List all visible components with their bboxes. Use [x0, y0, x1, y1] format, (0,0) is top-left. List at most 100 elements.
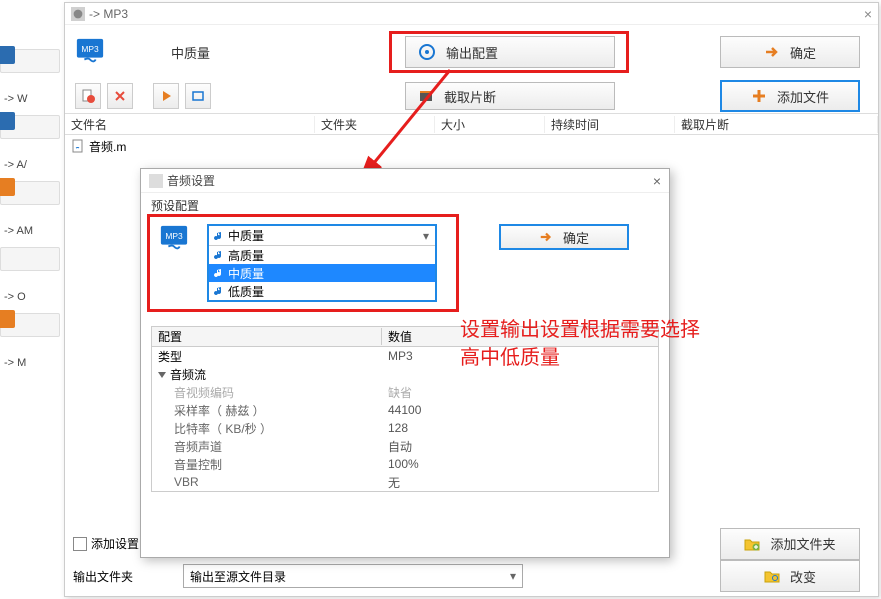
remove-file-button[interactable]: [75, 83, 101, 109]
play-icon: [159, 89, 173, 103]
close-icon[interactable]: ×: [864, 6, 872, 22]
dialog-title: 音频设置: [167, 172, 215, 189]
window-icon: [191, 89, 205, 103]
th-folder[interactable]: 文件夹: [315, 116, 435, 133]
svg-text:MP3: MP3: [165, 231, 183, 241]
dropdown-option-high[interactable]: 高质量: [209, 246, 435, 264]
svg-text:MP3: MP3: [81, 44, 99, 54]
confirm-button[interactable]: 确定: [720, 36, 860, 68]
sidebar-label: -> M: [4, 357, 60, 369]
th-name[interactable]: 文件名: [65, 116, 315, 133]
grid-value: 44100: [382, 403, 658, 417]
sidebar-item[interactable]: [0, 247, 60, 271]
preset-label: 预设配置: [141, 193, 669, 214]
top-row: MP3 中质量 输出配置 确定: [65, 25, 878, 79]
grid-value: 缺省: [382, 384, 658, 401]
arrow-right-icon: [539, 230, 553, 244]
folder-plus-icon: [744, 536, 760, 552]
change-button[interactable]: 改变: [720, 560, 860, 592]
add-folder-button[interactable]: 添加文件夹: [720, 528, 860, 560]
dropdown-value: 中质量: [228, 227, 264, 244]
add-file-button[interactable]: 添加文件: [720, 80, 860, 112]
clip-button[interactable]: 截取片断: [405, 82, 615, 110]
format-sidebar: -> W -> A/ -> AM -> O -> M: [0, 45, 60, 379]
titlebar: -> MP3 ×: [65, 3, 878, 25]
sidebar-item[interactable]: [0, 115, 60, 139]
gear-icon: [418, 43, 436, 61]
sidebar-item[interactable]: [0, 181, 60, 205]
note-icon: [213, 285, 225, 297]
table-row[interactable]: 音频.m: [65, 135, 878, 157]
output-row: 输出文件夹 输出至源文件目录 改变: [73, 564, 870, 588]
delete-button[interactable]: [107, 83, 133, 109]
grid-key: 音频流: [152, 366, 382, 383]
grid-key: 比特率（ KB/秒 ）: [152, 420, 382, 437]
dropdown-selected[interactable]: 中质量: [209, 226, 435, 246]
table-header: 文件名 文件夹 大小 持续时间 截取片断: [65, 113, 878, 135]
mp3-icon: MP3: [159, 224, 189, 254]
grid-row[interactable]: 采样率（ 赫兹 ）44100: [152, 401, 658, 419]
add-file-label: 添加文件: [777, 87, 829, 106]
note-icon: [213, 230, 225, 242]
sidebar-label: -> A/: [4, 159, 60, 171]
view-button[interactable]: [185, 83, 211, 109]
quality-label: 中质量: [171, 43, 210, 62]
x-icon: [113, 89, 127, 103]
arrow-right-icon: [764, 44, 780, 60]
change-label: 改变: [790, 567, 816, 586]
grid-row[interactable]: 音视频编码缺省: [152, 383, 658, 401]
dialog-close-icon[interactable]: ×: [653, 173, 661, 189]
app-icon: [71, 7, 85, 21]
th-duration[interactable]: 持续时间: [545, 116, 675, 133]
play-button[interactable]: [153, 83, 179, 109]
grid-key: 音视频编码: [152, 384, 382, 401]
dialog-titlebar: 音频设置 ×: [141, 169, 669, 193]
plus-icon: [751, 88, 767, 104]
add-settings-checkbox[interactable]: [73, 537, 87, 551]
quality-dropdown[interactable]: 中质量 高质量 中质量 低质量: [207, 224, 437, 302]
confirm-label: 确定: [790, 43, 816, 62]
toolbar-row: 截取片断 添加文件: [65, 79, 878, 113]
window-title: -> MP3: [89, 7, 128, 21]
grid-row[interactable]: VBR无: [152, 473, 658, 491]
grid-key: 采样率（ 赫兹 ）: [152, 402, 382, 419]
grid-key: VBR: [152, 475, 382, 489]
grid-value: 自动: [382, 438, 658, 455]
file-name: 音频.m: [89, 138, 126, 155]
grid-value: 100%: [382, 457, 658, 471]
preset-box: MP3 中质量 高质量 中质量 低质量 确定: [151, 218, 659, 308]
dialog-confirm-label: 确定: [563, 228, 589, 247]
clip-label: 截取片断: [444, 87, 496, 106]
grid-row[interactable]: 音量控制100%: [152, 455, 658, 473]
sidebar-item[interactable]: [0, 313, 60, 337]
output-folder-label: 输出文件夹: [73, 568, 133, 585]
sidebar-label: -> AM: [4, 225, 60, 237]
dialog-icon: [149, 174, 163, 188]
th-clip[interactable]: 截取片断: [675, 116, 878, 133]
th-size[interactable]: 大小: [435, 116, 545, 133]
add-folder-label: 添加文件夹: [770, 534, 835, 553]
grid-key: 音量控制: [152, 456, 382, 473]
grid-value: 128: [382, 421, 658, 435]
film-icon: [418, 88, 434, 104]
grid-row[interactable]: 比特率（ KB/秒 ）128: [152, 419, 658, 437]
sidebar-label: -> O: [4, 291, 60, 303]
audio-file-icon: [71, 139, 85, 153]
output-folder-select[interactable]: 输出至源文件目录: [183, 564, 523, 588]
note-icon: [213, 267, 225, 279]
grid-row[interactable]: 音频声道自动: [152, 437, 658, 455]
note-icon: [213, 249, 225, 261]
annotation-text: 设置输出设置根据需要选择 高中低质量: [460, 316, 700, 372]
sidebar-item[interactable]: [0, 49, 60, 73]
dialog-confirm-button[interactable]: 确定: [499, 224, 629, 250]
grid-key: 音频声道: [152, 438, 382, 455]
dropdown-option-mid[interactable]: 中质量: [209, 264, 435, 282]
output-folder-value: 输出至源文件目录: [190, 568, 286, 585]
file-minus-icon: [81, 89, 95, 103]
mp3-icon: MP3: [75, 37, 105, 67]
output-config-label: 输出配置: [446, 43, 498, 62]
grid-head-config: 配置: [152, 328, 382, 345]
dropdown-option-low[interactable]: 低质量: [209, 282, 435, 300]
sidebar-label: -> W: [4, 93, 60, 105]
output-config-button[interactable]: 输出配置: [405, 36, 615, 68]
